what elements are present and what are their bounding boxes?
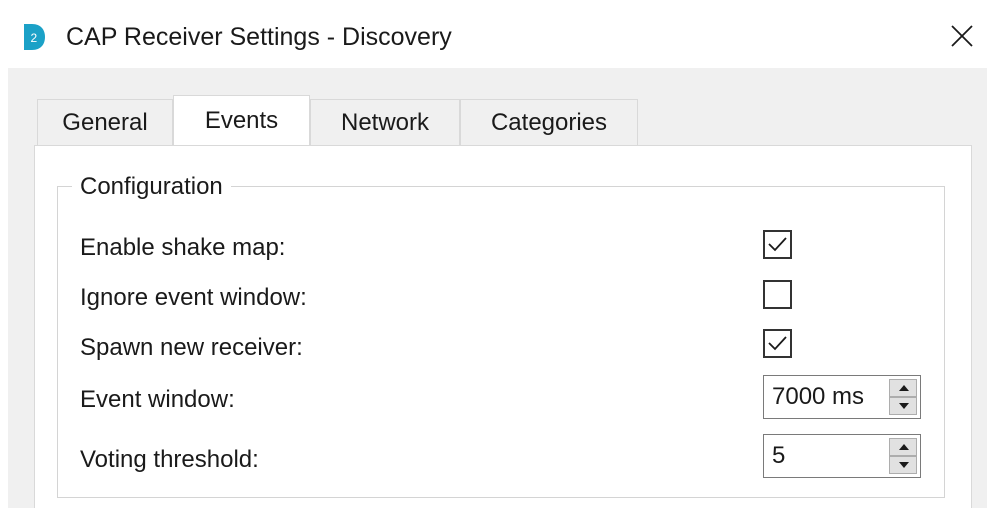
svg-text:2: 2 [31, 31, 38, 45]
ignore-event-window-label: Ignore event window: [80, 284, 307, 311]
d2-logo-icon: 2 [24, 24, 45, 50]
arrow-up-icon [899, 385, 909, 391]
arrow-down-icon [899, 462, 909, 468]
event-window-value[interactable]: 7000 ms [772, 382, 864, 412]
arrow-down-icon [899, 403, 909, 409]
tab-categories[interactable]: Categories [460, 99, 638, 145]
enable-shake-map-checkbox[interactable] [763, 230, 792, 259]
tab-label: Network [340, 108, 430, 136]
ignore-event-window-checkbox[interactable] [763, 280, 792, 309]
event-window-spin-buttons[interactable] [889, 379, 917, 415]
close-icon[interactable] [946, 20, 978, 52]
event-window-label: Event window: [80, 386, 235, 413]
tab-label: General [62, 108, 148, 136]
spin-up-button[interactable] [889, 379, 917, 397]
enable-shake-map-label: Enable shake map: [80, 234, 286, 261]
spin-down-button[interactable] [889, 397, 917, 415]
tab-events[interactable]: Events [173, 95, 310, 145]
window-title: CAP Receiver Settings - Discovery [66, 23, 452, 51]
configuration-group-label: Configuration [72, 172, 231, 202]
title-bar: 2 CAP Receiver Settings - Discovery [0, 0, 987, 68]
voting-threshold-value[interactable]: 5 [772, 441, 785, 471]
spawn-new-receiver-checkbox[interactable] [763, 329, 792, 358]
event-window-spinbox[interactable]: 7000 ms [763, 375, 921, 419]
tab-label: Events [204, 106, 279, 134]
tab-general[interactable]: General [37, 99, 173, 145]
spin-up-button[interactable] [889, 438, 917, 456]
spawn-new-receiver-label: Spawn new receiver: [80, 334, 303, 361]
spin-down-button[interactable] [889, 456, 917, 474]
voting-threshold-label: Voting threshold: [80, 446, 259, 473]
checkmark-icon [768, 336, 787, 351]
voting-threshold-spinbox[interactable]: 5 [763, 434, 921, 478]
checkmark-icon [768, 237, 787, 252]
voting-threshold-spin-buttons[interactable] [889, 438, 917, 474]
tab-label: Categories [490, 108, 608, 136]
arrow-up-icon [899, 444, 909, 450]
tab-network[interactable]: Network [310, 99, 460, 145]
